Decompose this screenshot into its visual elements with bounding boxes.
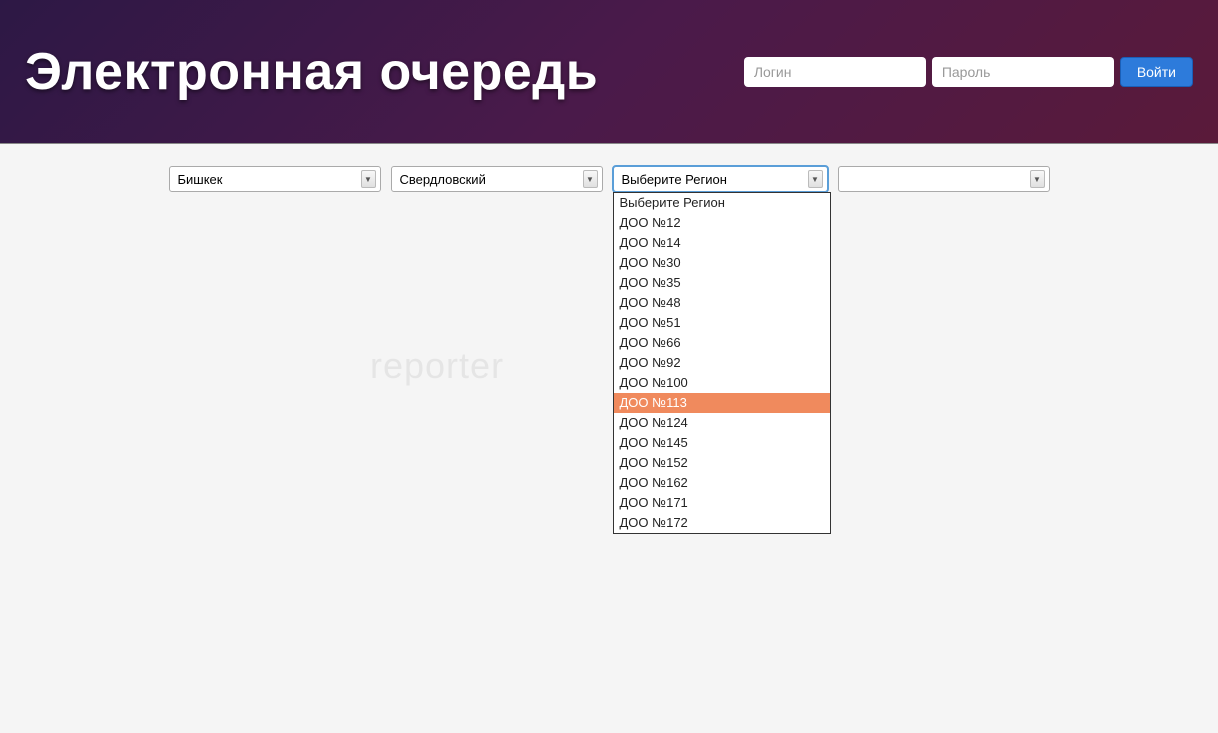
login-input[interactable] [744, 57, 926, 87]
city-select-value: Бишкек [178, 172, 223, 187]
chevron-down-icon: ▼ [808, 170, 823, 188]
content-area: Бишкек ▼ Свердловский ▼ Выберите Регион … [0, 144, 1218, 192]
fourth-select[interactable]: ▼ [838, 166, 1050, 192]
password-input[interactable] [932, 57, 1114, 87]
dropdown-option[interactable]: ДОО №162 [614, 473, 830, 493]
dropdown-option[interactable]: ДОО №14 [614, 233, 830, 253]
dropdown-option[interactable]: ДОО №145 [614, 433, 830, 453]
chevron-down-icon: ▼ [361, 170, 376, 188]
dropdown-option[interactable]: ДОО №171 [614, 493, 830, 513]
dropdown-option[interactable]: ДОО №48 [614, 293, 830, 313]
dropdown-option[interactable]: ДОО №35 [614, 273, 830, 293]
dropdown-option[interactable]: ДОО №100 [614, 373, 830, 393]
dropdown-option[interactable]: ДОО №92 [614, 353, 830, 373]
dropdown-option[interactable]: ДОО №172 [614, 513, 830, 533]
district-select[interactable]: Свердловский ▼ [391, 166, 603, 192]
region-select[interactable]: Выберите Регион ▼ [613, 166, 828, 192]
dropdown-option[interactable]: ДОО №12 [614, 213, 830, 233]
chevron-down-icon: ▼ [583, 170, 598, 188]
dropdown-option[interactable]: ДОО №51 [614, 313, 830, 333]
page-title: Электронная очередь [25, 42, 598, 102]
login-form: Войти [744, 57, 1193, 87]
dropdown-option[interactable]: Выберите Регион [614, 193, 830, 213]
dropdown-option[interactable]: ДОО №113 [614, 393, 830, 413]
dropdown-option[interactable]: ДОО №152 [614, 453, 830, 473]
login-button[interactable]: Войти [1120, 57, 1193, 87]
city-select[interactable]: Бишкек ▼ [169, 166, 381, 192]
watermark-text: reporter [370, 345, 504, 387]
dropdown-option[interactable]: ДОО №124 [614, 413, 830, 433]
selector-row: Бишкек ▼ Свердловский ▼ Выберите Регион … [169, 166, 1050, 192]
dropdown-option[interactable]: ДОО №30 [614, 253, 830, 273]
header-bar: Электронная очередь Войти [0, 0, 1218, 144]
chevron-down-icon: ▼ [1030, 170, 1045, 188]
region-dropdown[interactable]: Выберите РегионДОО №12ДОО №14ДОО №30ДОО … [613, 192, 831, 534]
district-select-value: Свердловский [400, 172, 486, 187]
dropdown-option[interactable]: ДОО №66 [614, 333, 830, 353]
region-select-value: Выберите Регион [622, 172, 727, 187]
